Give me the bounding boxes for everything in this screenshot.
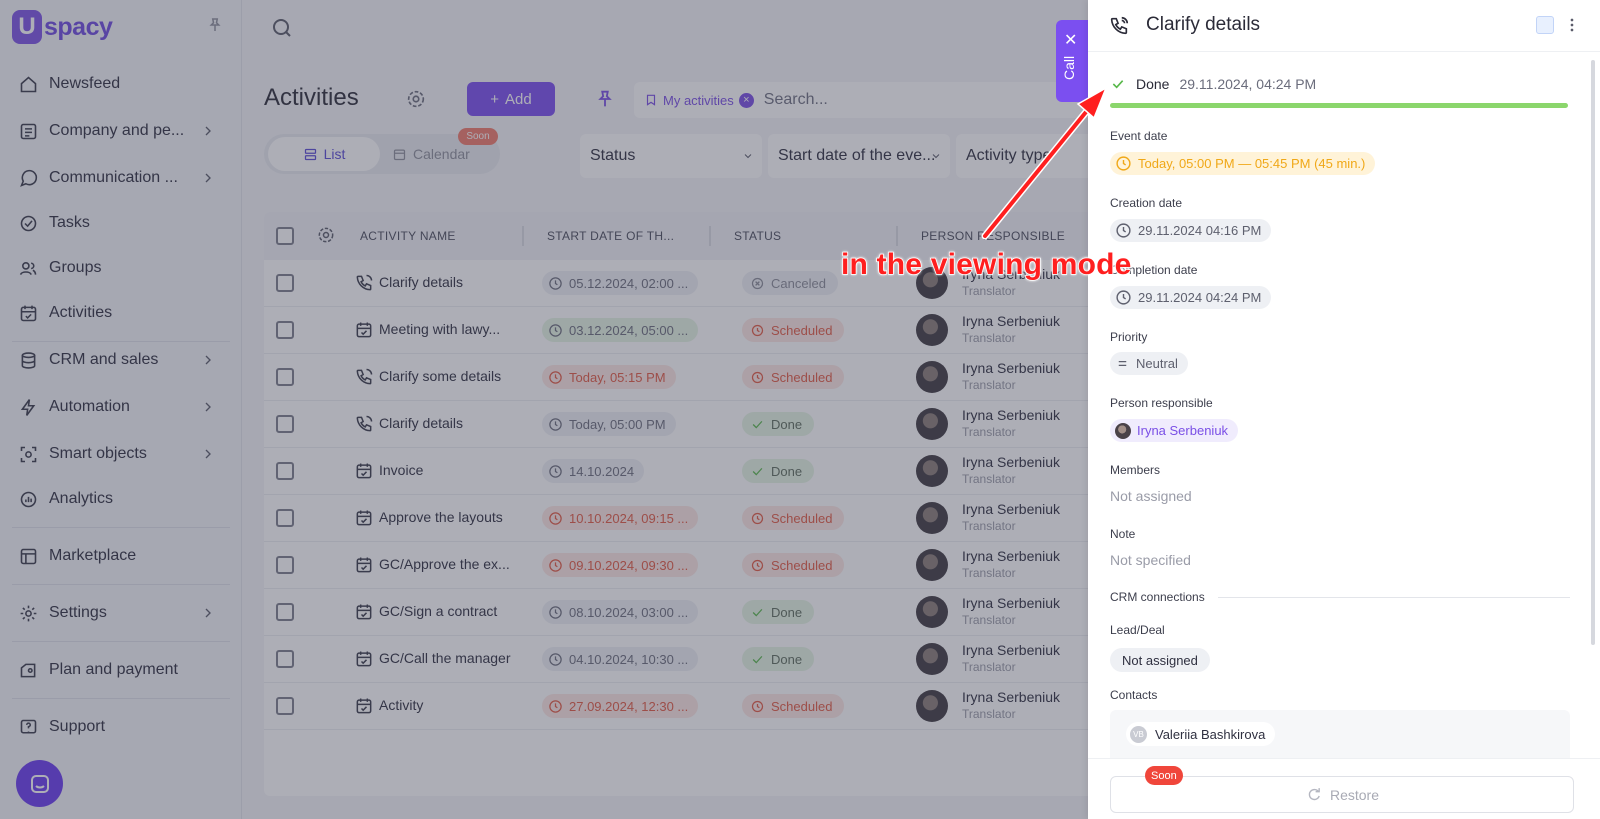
google-calendar-icon[interactable]: [1536, 16, 1554, 34]
scrollbar[interactable]: [1591, 60, 1595, 645]
creation-date-label: Creation date: [1110, 196, 1183, 210]
soon-badge: Soon: [1145, 766, 1183, 785]
lead-deal-value: Not assigned: [1110, 648, 1210, 672]
equals-icon: [1118, 361, 1127, 366]
divider: [1218, 597, 1570, 598]
members-value: Not assigned: [1110, 488, 1192, 504]
call-tab[interactable]: ✕ Call: [1056, 20, 1088, 102]
clock-icon: [1116, 156, 1131, 171]
priority-label: Priority: [1110, 330, 1148, 344]
panel-footer: Restore Soon: [1088, 758, 1600, 819]
contact-chip[interactable]: VB Valeriia Bashkirova: [1126, 722, 1276, 746]
annotation-text: in the viewing mode: [840, 247, 1132, 282]
creation-date-chip: 29.11.2024 04:16 PM: [1110, 219, 1272, 242]
avatar: [1115, 422, 1131, 439]
status-label: Done: [1136, 76, 1170, 92]
priority-chip: Neutral: [1110, 352, 1188, 375]
contact-avatar: VB: [1130, 725, 1147, 743]
more-options-icon[interactable]: [1562, 14, 1582, 36]
refresh-icon: [1308, 788, 1320, 801]
priority-value: Neutral: [1136, 356, 1178, 371]
crm-connections-label: CRM connections: [1110, 590, 1205, 604]
phone-icon: [1110, 16, 1129, 35]
note-label: Note: [1110, 527, 1136, 541]
call-tab-label: Call: [1061, 55, 1077, 80]
clock-icon: [1116, 223, 1131, 238]
status-date: 29.11.2024, 04:24 PM: [1179, 76, 1317, 92]
members-label: Members: [1110, 463, 1161, 477]
event-date-value: Today, 05:00 PM — 05:45 PM (45 min.): [1138, 156, 1366, 171]
close-icon[interactable]: ✕: [1064, 30, 1077, 50]
event-date-chip: Today, 05:00 PM — 05:45 PM (45 min.): [1110, 152, 1376, 175]
check-icon: [1112, 80, 1124, 89]
completion-date-value: 29.11.2024 04:24 PM: [1138, 290, 1262, 305]
status-row: Done 29.11.2024, 04:24 PM: [1110, 76, 1316, 92]
person-responsible-label: Person responsible: [1110, 396, 1213, 410]
status-progress-bar: [1110, 103, 1568, 108]
event-date-label: Event date: [1110, 129, 1168, 143]
person-responsible-name: Iryna Serbeniuk: [1137, 423, 1229, 438]
note-value: Not specified: [1110, 552, 1191, 568]
contacts-label: Contacts: [1110, 688, 1158, 702]
activity-detail-panel: Clarify details Done 29.11.2024, 04:24 P…: [1088, 0, 1600, 819]
person-responsible-chip[interactable]: Iryna Serbeniuk: [1110, 419, 1239, 442]
contact-name: Valeriia Bashkirova: [1155, 726, 1266, 742]
panel-title: Clarify details: [1146, 14, 1261, 35]
panel-header: Clarify details: [1088, 0, 1600, 52]
restore-label: Restore: [1329, 786, 1380, 803]
creation-date-value: 29.11.2024 04:16 PM: [1138, 223, 1262, 238]
modal-overlay[interactable]: [0, 0, 1088, 819]
completion-date-chip: 29.11.2024 04:24 PM: [1110, 286, 1272, 309]
clock-icon: [1116, 290, 1131, 305]
lead-deal-label: Lead/Deal: [1110, 623, 1165, 637]
